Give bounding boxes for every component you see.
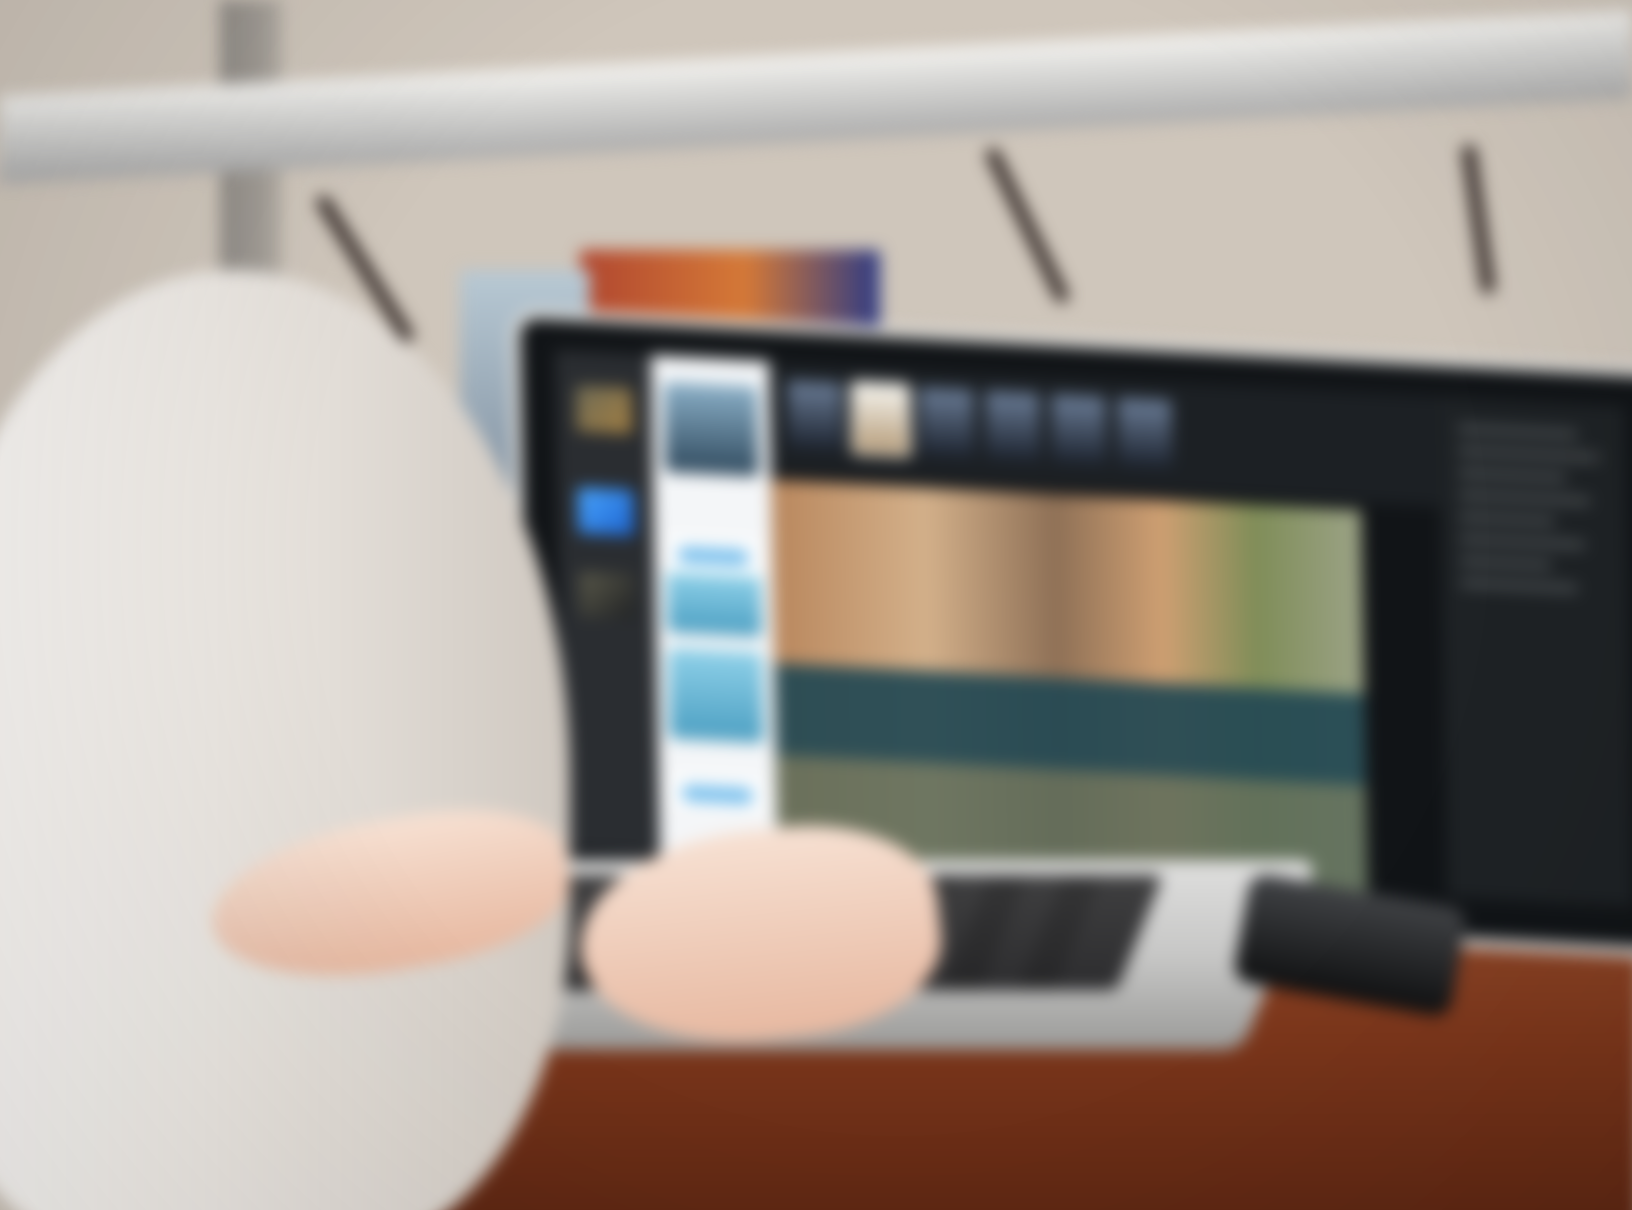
editor-main (768, 361, 1448, 897)
panel-line (1458, 513, 1555, 525)
template-button (677, 546, 750, 567)
panel-line (1457, 425, 1578, 438)
left-thumbnail (575, 385, 633, 435)
filmstrip-thumbnail (919, 387, 975, 459)
template-card (666, 535, 762, 637)
photo-scene (0, 0, 1632, 1210)
panel-line (1458, 491, 1591, 505)
photo-canvas (771, 479, 1368, 893)
filmstrip-thumbnail (1051, 394, 1107, 465)
template-column (650, 355, 778, 862)
lamp-arm (1461, 144, 1496, 295)
laptop-ui (555, 350, 1632, 907)
template-image (668, 647, 764, 744)
filmstrip-thumbnail (1117, 397, 1173, 469)
template-image (666, 571, 762, 637)
filmstrip-thumbnail-selected (853, 383, 909, 455)
background-sign (580, 250, 880, 328)
panel-line (1459, 535, 1586, 549)
lamp-arm (983, 145, 1071, 305)
panel-line (1459, 557, 1552, 569)
left-thumbnail-selected (577, 487, 635, 537)
panel-line (1457, 447, 1600, 461)
right-panel (1438, 396, 1632, 907)
panel-line (1460, 579, 1579, 592)
filmstrip-thumbnail (985, 390, 1041, 462)
left-thumbnail (578, 571, 636, 621)
left-sidebar (555, 350, 659, 856)
panel-line (1458, 469, 1567, 482)
template-card (670, 774, 765, 816)
template-button (681, 784, 754, 805)
template-image (663, 381, 759, 477)
filmstrip-thumbnail (787, 380, 843, 452)
template-card (663, 381, 759, 477)
template-card (668, 647, 764, 744)
